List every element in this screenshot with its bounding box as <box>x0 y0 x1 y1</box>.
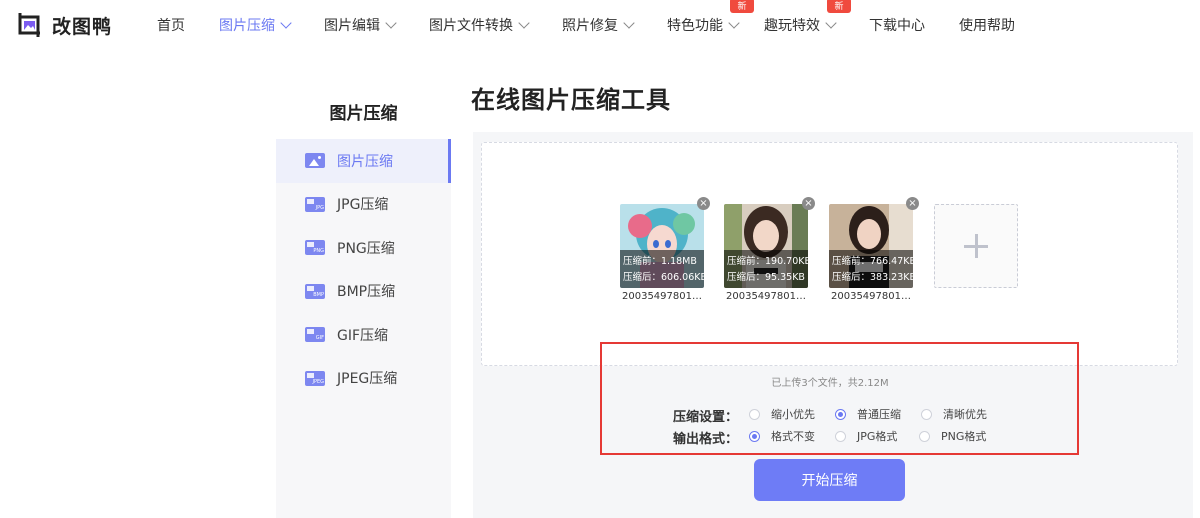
sidebar-item-label: BMP压缩 <box>337 284 396 301</box>
jpeg-file-icon: JPEG <box>305 370 325 386</box>
nav-label: 特色功能 <box>667 18 723 34</box>
nav-label: 趣玩特效 <box>764 18 820 34</box>
nav-photo-repair[interactable]: 照片修复 <box>562 15 635 35</box>
chevron-down-icon <box>280 16 292 29</box>
nav-label: 下载中心 <box>869 18 925 34</box>
nav-label: 首页 <box>157 18 185 34</box>
file-thumbnail[interactable]: 压缩前：190.70KB 压缩后：95.35KB <box>724 204 808 288</box>
compress-info: 压缩前：190.70KB 压缩后：95.35KB <box>724 250 808 288</box>
sidebar-item-label: JPEG压缩 <box>337 371 398 388</box>
chevron-down-icon <box>623 16 635 29</box>
sidebar-item-label: PNG压缩 <box>337 240 395 257</box>
chevron-down-icon <box>385 16 397 29</box>
image-icon <box>305 153 325 169</box>
nav-label: 图片文件转换 <box>429 18 513 34</box>
add-file-button[interactable] <box>934 204 1018 288</box>
nav-image-edit[interactable]: 图片编辑 <box>324 15 397 35</box>
sidebar-item-png[interactable]: PNG PNG压缩 <box>276 226 451 270</box>
gif-file-icon: GIF <box>305 327 325 343</box>
sidebar-item-label: JPG压缩 <box>337 197 389 214</box>
png-file-icon: PNG <box>305 240 325 256</box>
nav-label: 图片压缩 <box>219 18 275 34</box>
file-name: 20035497801… <box>726 291 806 302</box>
size-after: 压缩后：383.23KB <box>832 272 913 283</box>
file-thumbnail[interactable]: 压缩前：766.47KB 压缩后：383.23KB <box>829 204 913 288</box>
remove-file-icon[interactable]: × <box>802 197 815 210</box>
nav-label: 图片编辑 <box>324 18 380 34</box>
file-name: 20035497801… <box>622 291 702 302</box>
nav-help[interactable]: 使用帮助 <box>959 15 1015 35</box>
sidebar-item-image-compress[interactable]: 图片压缩 <box>276 139 451 183</box>
new-badge: 新 <box>730 0 754 13</box>
size-before: 压缩前：1.18MB <box>623 256 697 267</box>
size-after: 压缩后：606.06KB <box>623 272 704 283</box>
jpg-file-icon: JPG <box>305 196 325 212</box>
nav-download-center[interactable]: 下载中心 <box>869 15 925 35</box>
top-header: 改图鸭 首页 图片压缩 图片编辑 图片文件转换 照片修复 特色功能 新 趣玩特效 <box>0 0 1200 50</box>
logo-icon <box>16 11 44 39</box>
sidebar: 图片压缩 JPG JPG压缩 PNG PNG压缩 BMP BMP压缩 GIF G… <box>276 139 451 518</box>
remove-file-icon[interactable]: × <box>697 197 710 210</box>
chevron-down-icon <box>518 16 530 29</box>
file-tag: BMP <box>313 291 324 298</box>
new-badge: 新 <box>827 0 851 13</box>
sidebar-item-label: 图片压缩 <box>337 153 393 170</box>
sidebar-item-jpg[interactable]: JPG JPG压缩 <box>276 183 451 227</box>
nav-label: 照片修复 <box>562 18 618 34</box>
page-title: 在线图片压缩工具 <box>471 86 671 114</box>
size-after: 压缩后：95.35KB <box>727 272 805 283</box>
annotation-highlight-box <box>600 342 1079 455</box>
file-thumbnail[interactable]: 压缩前：1.18MB 压缩后：606.06KB <box>620 204 704 288</box>
chevron-down-icon <box>728 16 740 29</box>
compress-info: 压缩前：1.18MB 压缩后：606.06KB <box>620 250 704 288</box>
nav-special-features[interactable]: 特色功能 新 <box>667 0 754 35</box>
nav-home[interactable]: 首页 <box>157 15 185 35</box>
app-name: 改图鸭 <box>52 15 113 38</box>
nav-image-compress[interactable]: 图片压缩 <box>219 15 292 35</box>
sidebar-item-bmp[interactable]: BMP BMP压缩 <box>276 270 451 314</box>
plus-icon <box>964 234 988 258</box>
file-tag: JPEG <box>312 378 324 385</box>
sidebar-title: 图片压缩 <box>329 104 398 124</box>
file-tag: JPG <box>315 204 324 211</box>
chevron-down-icon <box>825 16 837 29</box>
file-tag: PNG <box>313 248 324 255</box>
bmp-file-icon: BMP <box>305 283 325 299</box>
sidebar-item-gif[interactable]: GIF GIF压缩 <box>276 313 451 357</box>
sidebar-item-label: GIF压缩 <box>337 327 389 344</box>
file-name: 20035497801… <box>831 291 911 302</box>
compress-info: 压缩前：766.47KB 压缩后：383.23KB <box>829 250 913 288</box>
logo[interactable]: 改图鸭 <box>16 10 112 40</box>
file-tag: GIF <box>315 335 324 342</box>
sidebar-item-jpeg[interactable]: JPEG JPEG压缩 <box>276 357 451 401</box>
nav-fun-effects[interactable]: 趣玩特效 新 <box>764 0 851 35</box>
size-before: 压缩前：190.70KB <box>727 256 808 267</box>
nav-file-convert[interactable]: 图片文件转换 <box>429 15 530 35</box>
start-compress-button[interactable]: 开始压缩 <box>754 459 905 501</box>
size-before: 压缩前：766.47KB <box>832 256 913 267</box>
nav-label: 使用帮助 <box>959 18 1015 34</box>
remove-file-icon[interactable]: × <box>906 197 919 210</box>
main-nav: 首页 图片压缩 图片编辑 图片文件转换 照片修复 特色功能 新 趣玩特效 新 下… <box>157 0 1015 50</box>
